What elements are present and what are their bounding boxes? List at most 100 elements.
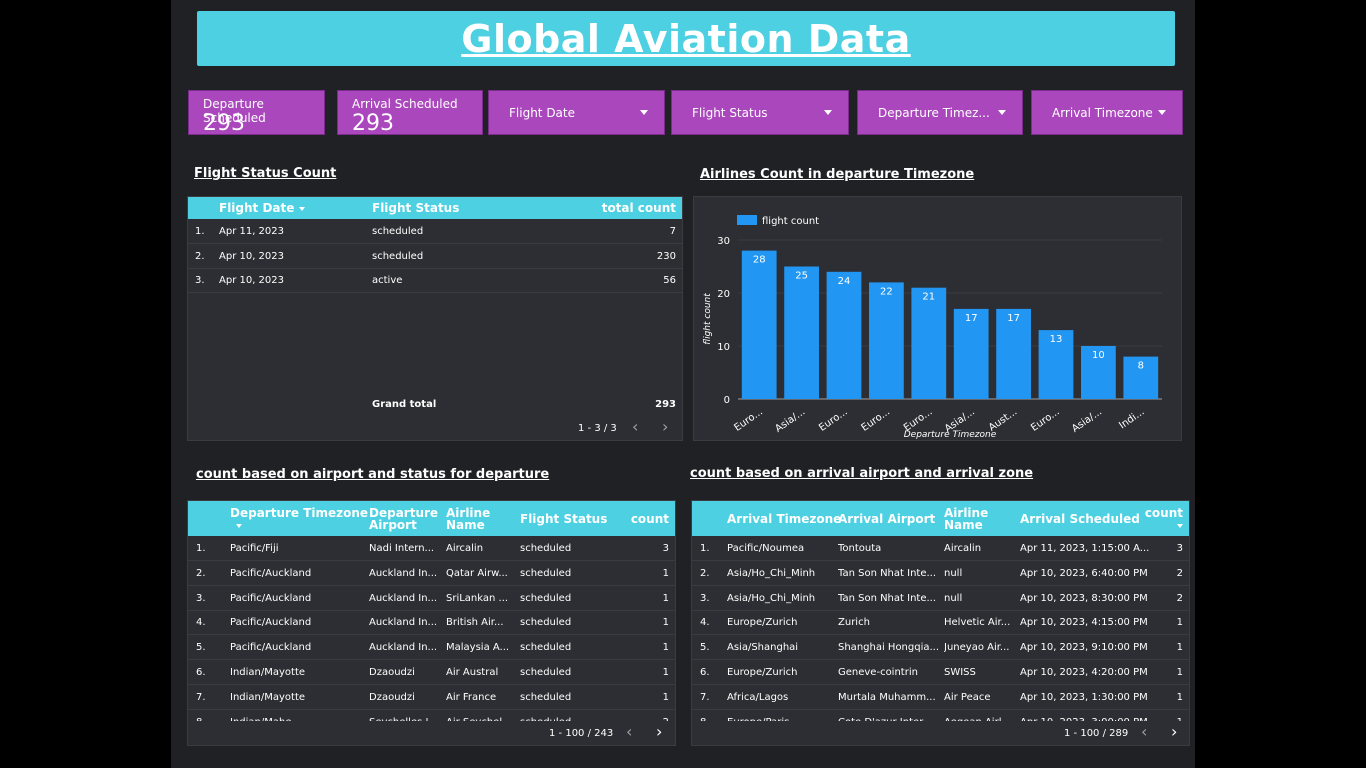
- column-header-flight-date[interactable]: Flight Date: [219, 202, 306, 214]
- filter-departure-timezone[interactable]: Departure Timez...: [857, 90, 1023, 135]
- column-header-arrival-scheduled[interactable]: Arrival Scheduled: [1020, 513, 1140, 525]
- table-row[interactable]: 5. Asia/Shanghai Shanghai Hongqia... Juneya…: [692, 635, 1189, 661]
- chart-panel: 0 10 20 30 flight count 28 Euro... 25 Asia/... 24…: [693, 196, 1182, 441]
- dropdown-arrow-icon: [998, 110, 1006, 115]
- cell-arrival-scheduled: Apr 10, 2023, 9:10:00 PM: [1020, 642, 1148, 654]
- bar-value-label: 24: [838, 276, 851, 287]
- filter-flight-date[interactable]: Flight Date: [488, 90, 665, 135]
- cell-airline-name: Air France: [446, 691, 497, 703]
- cell-count: 1: [1176, 642, 1183, 654]
- chevron-left-icon[interactable]: ‹: [1141, 724, 1147, 740]
- column-header-airline-name[interactable]: Airline Name: [944, 507, 994, 531]
- cell-count: 2: [1176, 567, 1183, 579]
- column-header-airline-name[interactable]: Airline Name: [446, 507, 496, 531]
- cell-arrival-timezone: Asia/Ho_Chi_Minh: [727, 567, 816, 579]
- y-tick-label: 20: [717, 289, 730, 300]
- cell-departure-timezone: Pacific/Auckland: [230, 567, 312, 579]
- filter-label: Flight Status: [692, 106, 768, 120]
- table-row[interactable]: 6. Europe/Zurich Geneve-cointrin SWISS Apr 1…: [692, 660, 1189, 685]
- table-row[interactable]: 3. Apr 10, 2023 active 56: [188, 268, 682, 293]
- row-number: 2.: [700, 567, 710, 579]
- cell-arrival-airport: Geneve-cointrin: [838, 667, 918, 678]
- filter-arrival-timezone[interactable]: Arrival Timezone: [1031, 90, 1183, 135]
- scorecard-value: 293: [352, 111, 394, 136]
- cell-flight-status: scheduled: [520, 592, 572, 604]
- row-number: 4.: [196, 617, 206, 629]
- chevron-right-icon[interactable]: ›: [656, 724, 662, 740]
- column-header-departure-timezone[interactable]: Departure Timezone: [230, 507, 368, 531]
- cell-arrival-airport: Tan Son Nhat Inte...: [838, 592, 937, 604]
- table-row[interactable]: 3. Pacific/Auckland Auckland In... SriLanka…: [188, 586, 675, 611]
- cell-flight-date: Apr 11, 2023: [219, 226, 285, 237]
- table-row[interactable]: 4. Pacific/Auckland Auckland In... British …: [188, 610, 675, 636]
- legend-label: flight count: [762, 216, 819, 227]
- filter-flight-status[interactable]: Flight Status: [671, 90, 849, 135]
- chart-title: Airlines Count in departure Timezone: [700, 167, 975, 182]
- table-row[interactable]: 2. Asia/Ho_Chi_Minh Tan Son Nhat Inte... nu…: [692, 561, 1189, 586]
- x-tick-label: Asia/...: [1070, 406, 1104, 434]
- column-header-flight-status[interactable]: Flight Status: [520, 513, 607, 525]
- filter-label: Departure Timez...: [878, 106, 990, 120]
- table-row[interactable]: 2. Apr 10, 2023 scheduled 230: [188, 244, 682, 269]
- table-header: Departure Timezone Departure Airport Air…: [188, 501, 675, 536]
- chevron-left-icon[interactable]: ‹: [632, 419, 638, 435]
- chevron-right-icon[interactable]: ›: [662, 419, 668, 435]
- y-tick-label: 0: [724, 395, 730, 406]
- cell-arrival-airport: Tan Son Nhat Inte...: [838, 567, 937, 579]
- column-header-flight-status[interactable]: Flight Status: [372, 202, 459, 214]
- column-header-count[interactable]: count: [1145, 507, 1183, 531]
- cell-arrival-scheduled: Apr 11, 2023, 1:15:00 A...: [1020, 543, 1150, 554]
- cell-airline-name: Aircalin: [446, 543, 484, 554]
- column-header-arrival-timezone[interactable]: Arrival Timezone: [727, 513, 841, 525]
- table-row[interactable]: 6. Indian/Mayotte Dzaoudzi Air Austral sched…: [188, 660, 675, 685]
- row-number: 2.: [196, 567, 206, 579]
- cell-departure-timezone: Pacific/Auckland: [230, 617, 312, 629]
- cell-departure-airport: Auckland In...: [369, 567, 438, 579]
- column-header-total-count[interactable]: total count: [602, 202, 676, 214]
- cell-total-count: 230: [656, 251, 676, 262]
- cell-arrival-scheduled: Apr 10, 2023, 4:15:00 PM: [1020, 617, 1148, 629]
- row-number: 5.: [700, 642, 710, 654]
- cell-airline-name: Aircalin: [944, 543, 982, 554]
- cell-arrival-airport: Shanghai Hongqia...: [838, 642, 940, 654]
- y-tick-label: 10: [717, 342, 730, 353]
- cell-airline-name: Helvetic Air...: [944, 617, 1011, 629]
- table-row[interactable]: 7. Africa/Lagos Murtala Muhamm... Air Peace…: [692, 685, 1189, 710]
- bar-chart: 0 10 20 30 flight count 28 Euro... 25 Asia/... 24…: [703, 215, 1162, 440]
- cell-arrival-scheduled: Apr 10, 2023, 8:30:00 PM: [1020, 592, 1148, 604]
- cell-count: 3: [662, 543, 669, 554]
- bar: [741, 250, 777, 399]
- bar-value-label: 22: [880, 286, 893, 297]
- column-header-arrival-airport[interactable]: Arrival Airport: [838, 513, 935, 525]
- scorecard-value: 293: [203, 111, 245, 136]
- row-number: 7.: [196, 691, 206, 703]
- table-row[interactable]: 1. Apr 11, 2023 scheduled 7: [188, 219, 682, 244]
- column-header-departure-airport[interactable]: Departure Airport: [369, 507, 438, 531]
- table-row[interactable]: 2. Pacific/Auckland Auckland In... Qatar Ai…: [188, 561, 675, 586]
- table-row[interactable]: 7. Indian/Mayotte Dzaoudzi Air France schedu…: [188, 685, 675, 710]
- table-row[interactable]: 5. Pacific/Auckland Auckland In... Malaysia…: [188, 635, 675, 661]
- table-header: Arrival Timezone Arrival Airport Airline…: [692, 501, 1189, 536]
- cell-airline-name: Juneyao Air...: [944, 642, 1010, 654]
- cell-count: 1: [1176, 617, 1183, 629]
- x-tick-label: Euro...: [1029, 406, 1062, 433]
- chevron-left-icon[interactable]: ‹: [626, 724, 632, 740]
- table-row[interactable]: 3. Asia/Ho_Chi_Minh Tan Son Nhat Inte... nu…: [692, 586, 1189, 611]
- column-header-count[interactable]: count: [631, 513, 669, 525]
- departure-table-title: count based on airport and status for de…: [196, 467, 550, 482]
- table-row[interactable]: 1. Pacific/Noumea Tontouta Aircalin Apr 11, …: [692, 536, 1189, 561]
- table-row[interactable]: 4. Europe/Zurich Zurich Helvetic Air... Apr …: [692, 610, 1189, 636]
- departure-table: Departure Timezone Departure Airport Air…: [187, 500, 676, 746]
- pagination-bar: 1 - 100 / 243 ‹ ›: [188, 721, 675, 745]
- cell-airline-name: Qatar Airw...: [446, 567, 508, 579]
- cell-count: 1: [662, 691, 669, 703]
- dropdown-arrow-icon: [824, 110, 832, 115]
- x-tick-label: Euro...: [860, 406, 893, 433]
- table-row[interactable]: 1. Pacific/Fiji Nadi Intern... Aircalin sche…: [188, 536, 675, 561]
- x-tick-label: Indi...: [1117, 406, 1146, 431]
- cell-airline-name: Air Peace: [944, 691, 991, 703]
- cell-flight-date: Apr 10, 2023: [219, 251, 285, 262]
- row-number: 6.: [196, 667, 206, 678]
- bar-value-label: 25: [795, 271, 808, 282]
- chevron-right-icon[interactable]: ›: [1171, 724, 1177, 740]
